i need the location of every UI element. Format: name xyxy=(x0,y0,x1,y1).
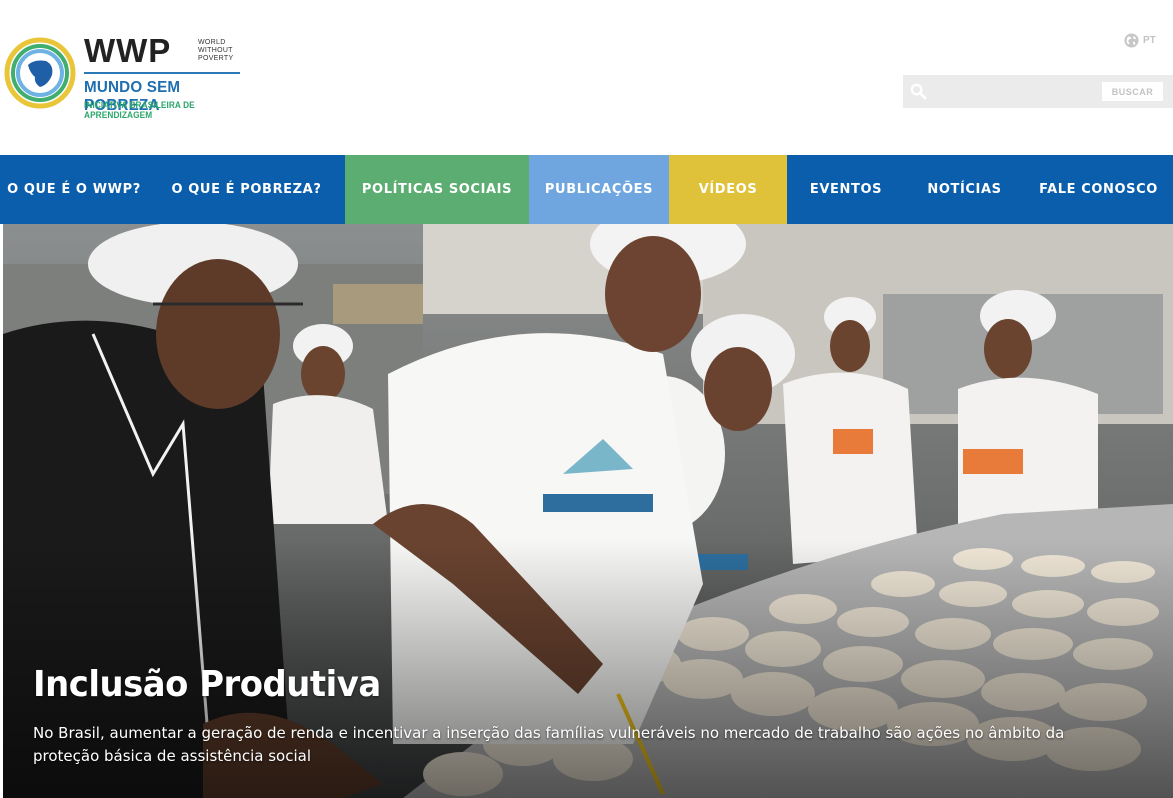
hero-photo xyxy=(3,224,1173,798)
nav-item-o-que-e-wwp[interactable]: O QUE É O WWP? xyxy=(0,155,148,224)
logo-wwp-subtitle: WORLD WITHOUT POVERTY xyxy=(198,39,234,62)
nav-item-o-que-e-pobreza[interactable]: O QUE É POBREZA? xyxy=(148,155,345,224)
main-nav: O QUE É O WWP? O QUE É POBREZA? POLÍTICA… xyxy=(0,155,1173,224)
site-logo[interactable]: WWP WORLD WITHOUT POVERTY MUNDO SEM POBR… xyxy=(4,32,244,120)
hero-banner[interactable]: Inclusão Produtiva No Brasil, aumentar a… xyxy=(3,224,1173,798)
logo-wwp-text: WWP xyxy=(84,32,172,69)
search-input[interactable] xyxy=(933,81,1098,102)
search-icon[interactable] xyxy=(910,83,927,100)
language-label: PT xyxy=(1143,34,1156,46)
logo-divider xyxy=(84,72,240,74)
nav-item-noticias[interactable]: NOTÍCIAS xyxy=(905,155,1024,224)
nav-item-eventos[interactable]: EVENTOS xyxy=(787,155,905,224)
logo-mark-icon xyxy=(4,37,76,109)
globe-icon xyxy=(1124,32,1139,48)
nav-item-videos[interactable]: VÍDEOS xyxy=(669,155,787,224)
logo-tagline: INICIATIVA BRASILEIRA DE APRENDIZAGEM xyxy=(84,100,195,120)
language-switcher[interactable]: PT xyxy=(1124,32,1156,48)
hero-title[interactable]: Inclusão Produtiva xyxy=(33,664,381,705)
nav-item-fale-conosco[interactable]: FALE CONOSCO xyxy=(1024,155,1173,224)
nav-item-publicacoes[interactable]: PUBLICAÇÕES xyxy=(529,155,669,224)
hero-description: No Brasil, aumentar a geração de renda e… xyxy=(33,724,1065,765)
nav-item-politicas-sociais[interactable]: POLÍTICAS SOCIAIS xyxy=(345,155,529,224)
search-button[interactable]: BUSCAR xyxy=(1102,82,1163,101)
site-header: WWP WORLD WITHOUT POVERTY MUNDO SEM POBR… xyxy=(0,0,1173,155)
